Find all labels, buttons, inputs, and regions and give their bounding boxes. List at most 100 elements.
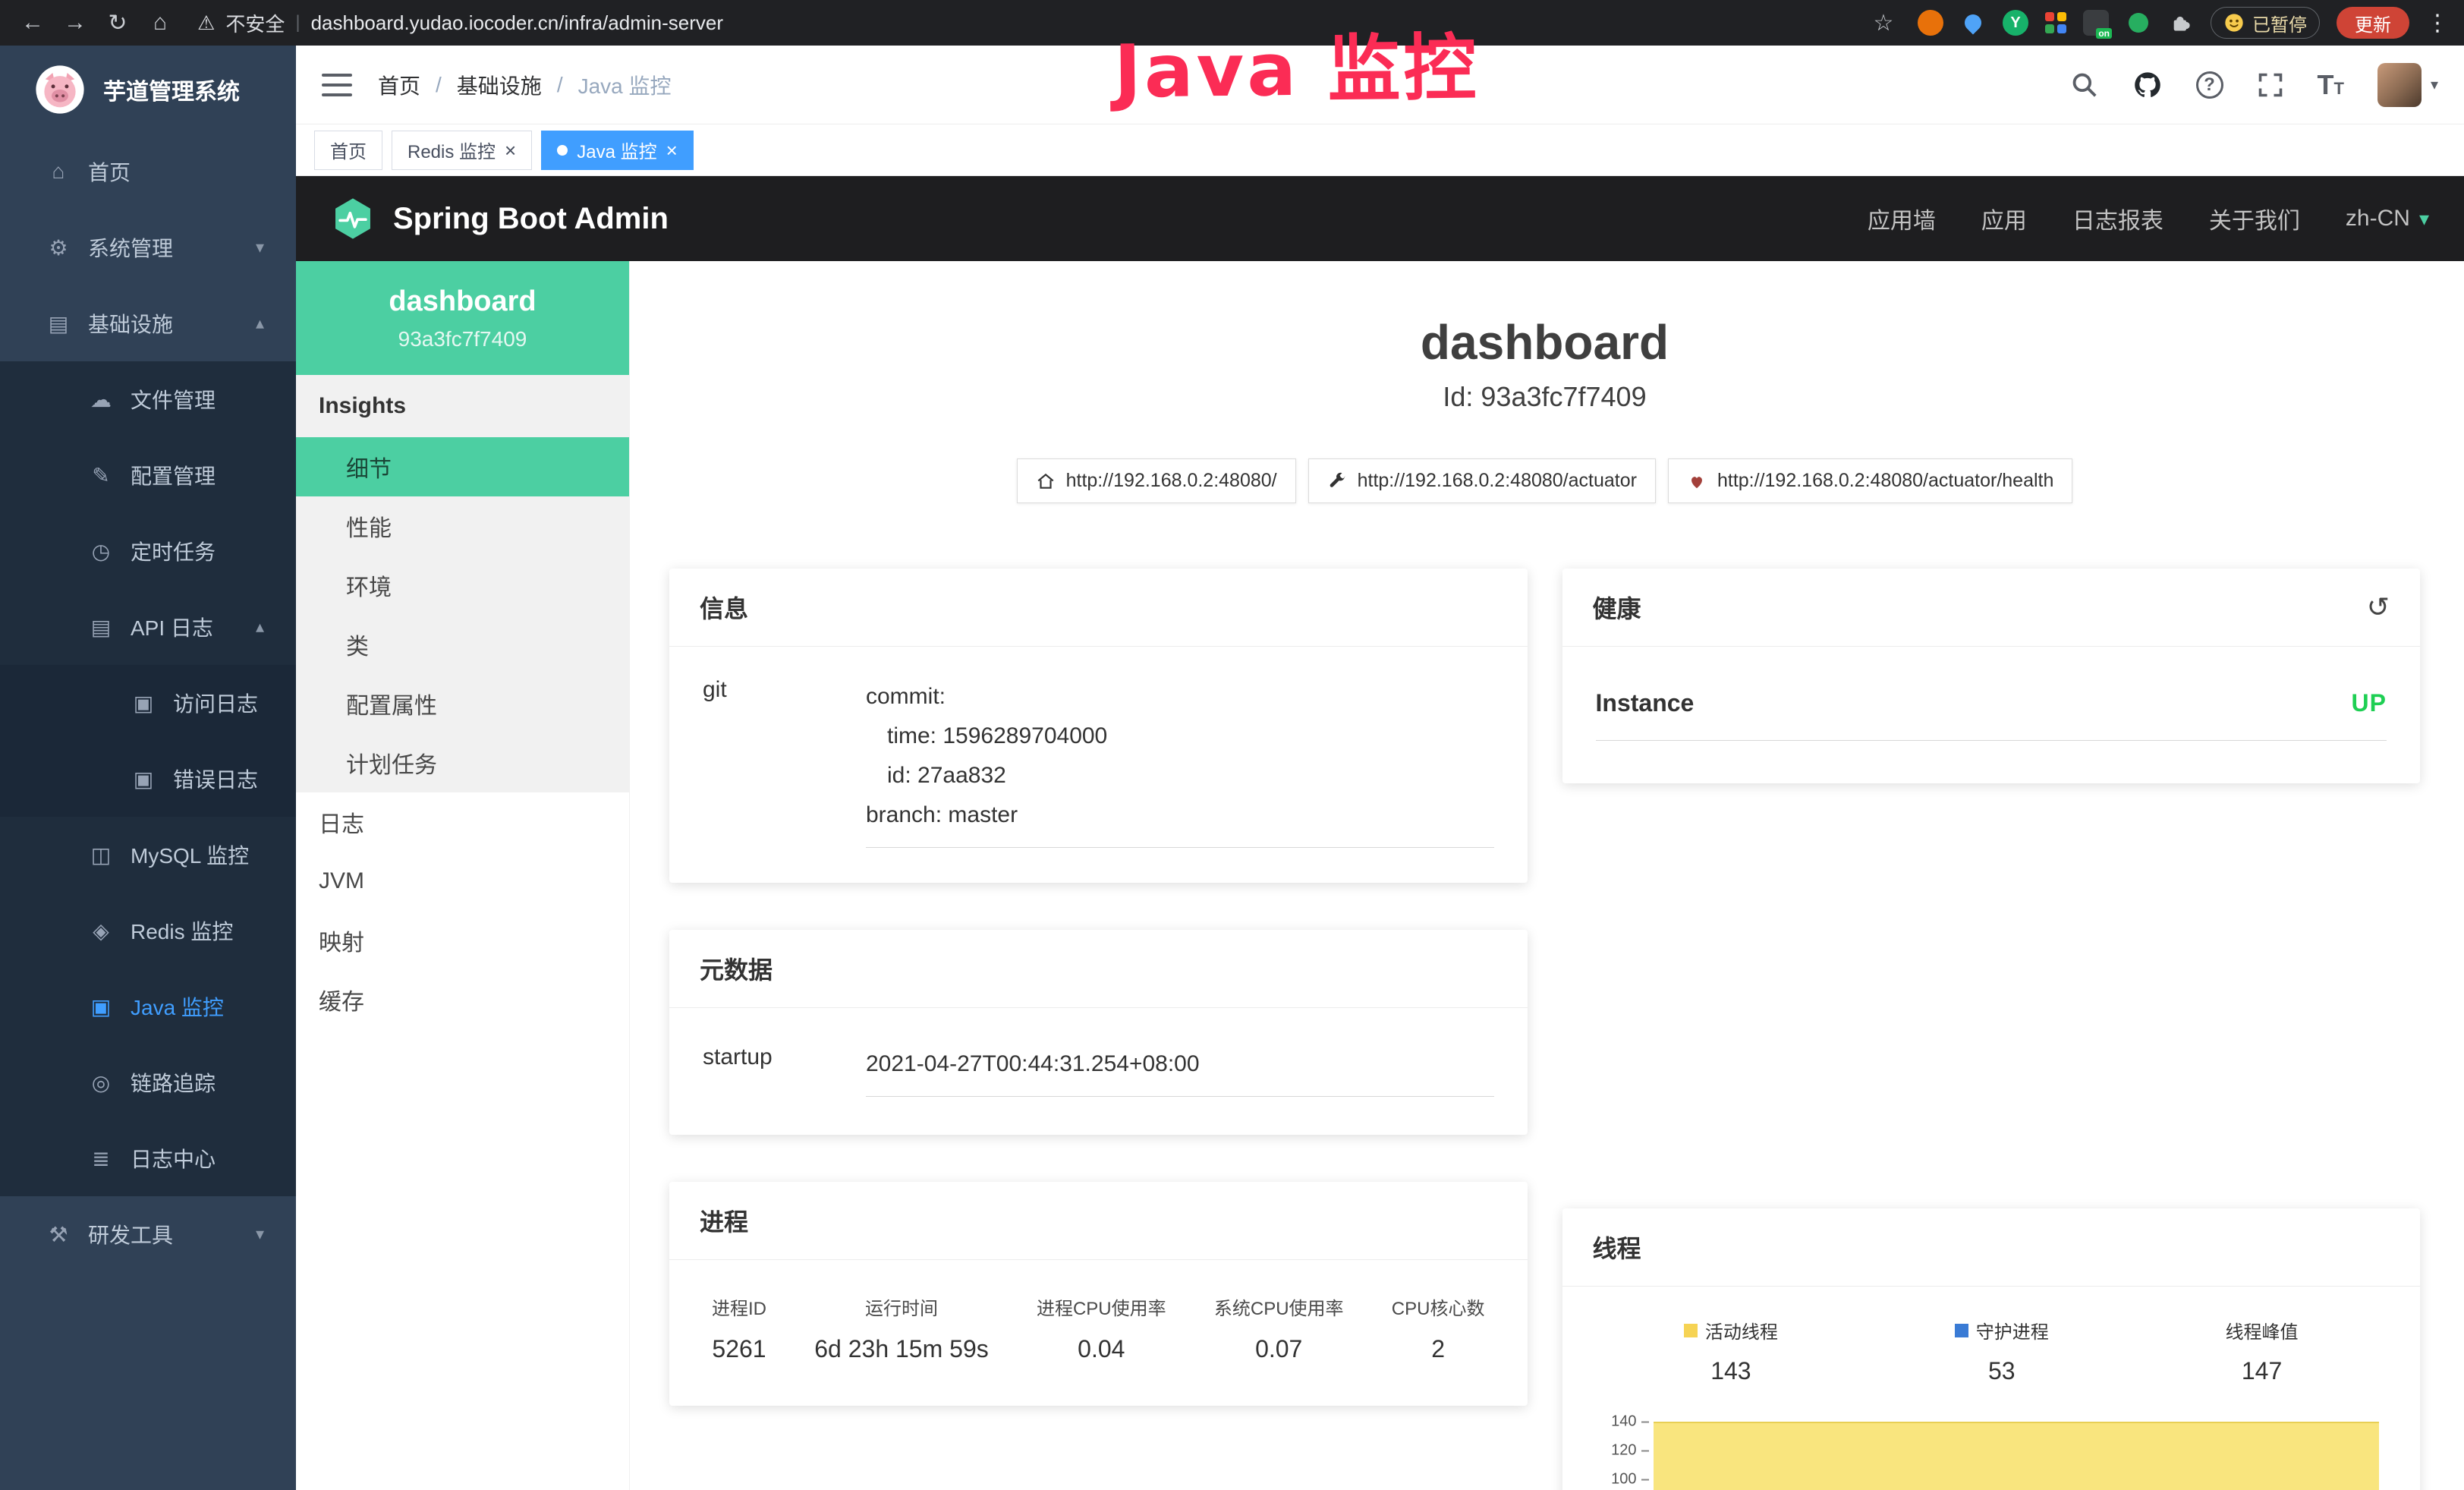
sba-item-caches[interactable]: 缓存 (296, 970, 629, 1029)
locale-selector[interactable]: zh-CN ▾ (2346, 206, 2429, 232)
edit-icon: ✎ (87, 463, 115, 488)
pig-logo-icon (35, 65, 85, 115)
back-icon[interactable]: ← (15, 5, 50, 40)
sidebar-item-dev-tools[interactable]: ⚒ 研发工具 ▾ (0, 1196, 296, 1272)
sidebar-item-system[interactable]: ⚙ 系统管理 ▾ (0, 209, 296, 285)
sba-nav-journal[interactable]: 日志报表 (2072, 202, 2163, 235)
tab-close-icon[interactable]: × (505, 140, 516, 160)
paused-extension-badge[interactable]: 已暂停 (2211, 7, 2320, 39)
sba-item-environment[interactable]: 环境 (296, 556, 629, 615)
sidebar-logo[interactable]: 芋道管理系统 (0, 46, 296, 134)
sba-item-scheduled-tasks[interactable]: 计划任务 (296, 733, 629, 792)
sba-item-mappings[interactable]: 映射 (296, 911, 629, 970)
extensions-puzzle-icon[interactable] (2168, 10, 2194, 36)
face-icon (2223, 12, 2245, 33)
sidebar-item-config-manage[interactable]: ✎ 配置管理 (0, 437, 296, 513)
search-icon[interactable] (2070, 71, 2099, 99)
health-url-link[interactable]: http://192.168.0.2:48080/actuator/health (1668, 458, 2072, 503)
sidebar-item-trace[interactable]: ◎ 链路追踪 (0, 1044, 296, 1120)
url-separator: | (295, 12, 300, 33)
redis-icon: ◈ (87, 918, 115, 943)
tab-home[interactable]: 首页 (314, 131, 382, 170)
forward-icon[interactable]: → (58, 5, 93, 40)
sba-item-jvm[interactable]: JVM (296, 852, 629, 911)
fullscreen-icon[interactable] (2257, 71, 2284, 99)
sidebar-item-error-log[interactable]: ▣ 错误日志 (0, 741, 296, 817)
sba-item-classes[interactable]: 类 (296, 615, 629, 674)
health-card: 健康 ↺ Instance UP (1562, 569, 2421, 783)
instance-header[interactable]: dashboard 93a3fc7f7409 (296, 261, 629, 375)
sba-item-logs[interactable]: 日志 (296, 792, 629, 852)
legend-peak-threads: 线程峰值 147 (2226, 1317, 2299, 1385)
sba-logo-icon (331, 197, 375, 241)
extension-icon-switch[interactable]: on (2083, 10, 2109, 36)
breadcrumb-separator: / (436, 73, 442, 97)
sidebar-item-log-center[interactable]: ≣ 日志中心 (0, 1120, 296, 1196)
system-title: 芋道管理系统 (103, 73, 240, 106)
reload-icon[interactable]: ↻ (100, 5, 135, 40)
info-row-git: git commit: time: 1596289704000 id: 27aa… (703, 677, 1494, 848)
extension-icon-grid[interactable] (2045, 12, 2066, 33)
left-column: 信息 git commit: time: 1596289704000 id: 2 (669, 569, 1528, 1490)
sba-brand[interactable]: Spring Boot Admin (331, 197, 669, 241)
sidebar-item-scheduled-jobs[interactable]: ◷ 定时任务 (0, 513, 296, 589)
sba-item-config-props[interactable]: 配置属性 (296, 674, 629, 733)
sidebar-item-java-monitor[interactable]: ▣ Java 监控 (0, 969, 296, 1044)
legend-daemon-threads: 守护进程 53 (1955, 1317, 2049, 1385)
extension-icon-drop[interactable] (1960, 10, 1986, 36)
security-label: 不安全 (225, 9, 285, 37)
chart-plot-area (1649, 1411, 2387, 1490)
info-card: 信息 git commit: time: 1596289704000 id: 2 (669, 569, 1528, 883)
process-card-header: 进程 (669, 1182, 1528, 1260)
legend-swatch-yellow (1684, 1324, 1698, 1337)
sidebar-item-mysql-monitor[interactable]: ◫ MySQL 监控 (0, 817, 296, 893)
user-avatar[interactable]: ▾ (2377, 63, 2438, 107)
sidebar-item-access-log[interactable]: ▣ 访问日志 (0, 665, 296, 741)
breadcrumb-item-home[interactable]: 首页 (378, 70, 420, 100)
sba-nav-wallboard[interactable]: 应用墙 (1868, 202, 1936, 235)
browser-chrome: ← → ↻ ⌂ ⚠ 不安全 | dashboard.yudao.iocoder.… (0, 0, 2464, 46)
address-bar[interactable]: ⚠ 不安全 | dashboard.yudao.iocoder.cn/infra… (197, 9, 1858, 37)
history-icon[interactable]: ↺ (2367, 594, 2390, 621)
tab-redis-monitor[interactable]: Redis 监控 × (392, 131, 532, 170)
api-log-icon: ▤ (87, 615, 115, 640)
font-size-icon[interactable]: TT (2318, 69, 2344, 101)
breadcrumb-item-current: Java 监控 (578, 70, 672, 100)
help-icon[interactable]: ? (2196, 71, 2223, 99)
actuator-url-link[interactable]: http://192.168.0.2:48080/actuator (1308, 458, 1656, 503)
sidebar-item-redis-monitor[interactable]: ◈ Redis 监控 (0, 893, 296, 969)
sidebar-item-infrastructure[interactable]: ▤ 基础设施 ▴ (0, 285, 296, 361)
service-url-link[interactable]: http://192.168.0.2:48080/ (1017, 458, 1296, 503)
update-button[interactable]: 更新 (2337, 7, 2409, 39)
sba-item-metrics[interactable]: 性能 (296, 496, 629, 556)
sba-item-details[interactable]: 细节 (296, 437, 629, 496)
sidebar-item-file-manage[interactable]: ☁ 文件管理 (0, 361, 296, 437)
chevron-down-icon: ▾ (256, 238, 264, 257)
tab-close-icon[interactable]: × (666, 140, 678, 160)
sidebar-item-home[interactable]: ⌂ 首页 (0, 134, 296, 209)
sidebar-item-api-log[interactable]: ▤ API 日志 ▴ (0, 589, 296, 665)
instance-name: dashboard (389, 285, 536, 318)
chrome-menu-icon[interactable]: ⋮ (2426, 10, 2449, 36)
chevron-down-icon: ▾ (2431, 75, 2438, 94)
tab-java-monitor[interactable]: Java 监控 × (541, 131, 694, 170)
sidebar-toggle-button[interactable] (322, 74, 352, 96)
page-instance-id: Id: 93a3fc7f7409 (669, 381, 2420, 413)
sba-nav-applications[interactable]: 应用 (1981, 202, 2027, 235)
instance-id: 93a3fc7f7409 (398, 327, 527, 351)
extension-icon-orange[interactable] (1918, 10, 1943, 36)
sba-nav-about[interactable]: 关于我们 (2209, 202, 2300, 235)
instance-links: http://192.168.0.2:48080/ http://192.168… (669, 458, 2420, 503)
github-icon[interactable] (2132, 70, 2163, 100)
extension-icon-green[interactable]: Y (2003, 10, 2028, 36)
avatar-image (2377, 63, 2422, 107)
breadcrumb-item-infrastructure[interactable]: 基础设施 (457, 70, 542, 100)
cloud-file-icon: ☁ (87, 387, 115, 412)
tags-view-bar: 首页 Redis 监控 × Java 监控 × (296, 124, 2464, 176)
extension-icon-leaf[interactable] (2126, 10, 2151, 36)
home-icon[interactable]: ⌂ (143, 5, 178, 40)
bookmark-star-icon[interactable]: ☆ (1866, 5, 1901, 40)
chart-area-fill (1654, 1422, 2380, 1490)
sba-header: Spring Boot Admin 应用墙 应用 日志报表 关于我们 zh-CN… (296, 176, 2464, 261)
chrome-toolbar-right: ☆ Y on 已暂停 更新 ⋮ (1866, 5, 2449, 40)
